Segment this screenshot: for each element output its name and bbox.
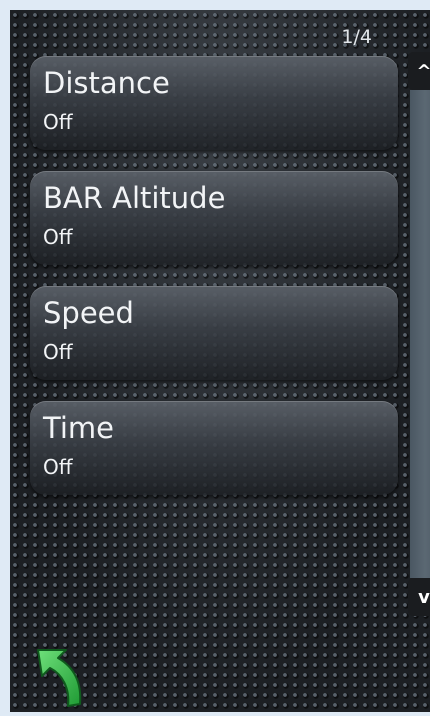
list-item-value: Off: [43, 110, 73, 134]
list-item-title: Speed: [43, 296, 134, 330]
scrollbar[interactable]: ^ v: [399, 50, 430, 616]
list-item-speed[interactable]: Speed Off: [30, 286, 398, 380]
chevron-down-icon: v: [418, 586, 430, 608]
back-button[interactable]: [34, 646, 96, 712]
list-item-value: Off: [43, 225, 73, 249]
list-item-title: Distance: [43, 66, 170, 100]
chevron-up-icon: ^: [416, 60, 430, 82]
list-item-time[interactable]: Time Off: [30, 401, 398, 495]
scroll-up-button[interactable]: ^: [408, 52, 430, 90]
list-item-value: Off: [43, 340, 73, 364]
scroll-down-button[interactable]: v: [408, 578, 430, 616]
list-item-title: Time: [43, 411, 114, 445]
page-indicator: 1/4: [341, 26, 372, 48]
scroll-track[interactable]: [410, 90, 430, 578]
list-item-title: BAR Altitude: [43, 181, 226, 215]
list-item-bar-altitude[interactable]: BAR Altitude Off: [30, 171, 398, 265]
list-item-distance[interactable]: Distance Off: [30, 56, 398, 150]
back-arrow-icon: [37, 649, 82, 707]
screen-frame: 1/4 Distance Off BAR Altitude Off Speed …: [10, 10, 430, 712]
list-item-value: Off: [43, 455, 73, 479]
